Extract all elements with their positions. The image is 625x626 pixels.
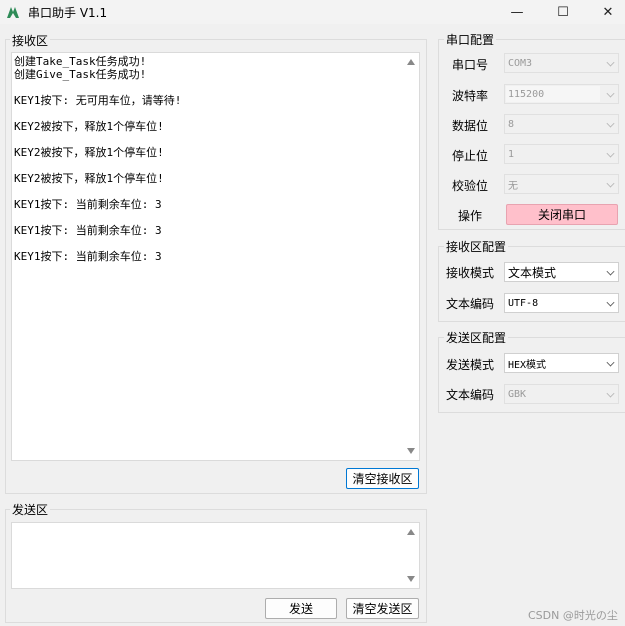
send-config-title: 发送区配置 bbox=[444, 329, 509, 346]
databits-select[interactable]: 8 bbox=[504, 114, 619, 134]
scroll-down-icon[interactable] bbox=[407, 576, 415, 582]
chevron-down-icon bbox=[606, 119, 615, 128]
receive-mode-label: 接收模式 bbox=[446, 266, 495, 280]
baud-select[interactable]: 115200 bbox=[504, 84, 619, 104]
app-logo-icon bbox=[7, 7, 19, 18]
send-group-title: 发送区 bbox=[10, 501, 51, 518]
receive-text: 创建Take_Task任务成功! 创建Give_Task任务成功! KEY1按下:… bbox=[12, 53, 419, 265]
receive-line: 创建Take_Task任务成功! bbox=[14, 55, 147, 68]
maximize-icon: ☐ bbox=[557, 4, 569, 20]
send-encoding-select[interactable]: GBK bbox=[504, 384, 619, 404]
stopbits-label: 停止位 bbox=[452, 149, 489, 163]
send-encoding-value: GBK bbox=[508, 388, 527, 400]
receive-line bbox=[14, 81, 417, 94]
send-mode-select[interactable]: HEX模式 bbox=[504, 353, 619, 373]
receive-line: KEY2被按下，释放1个停车位! bbox=[14, 172, 164, 185]
action-label: 操作 bbox=[458, 209, 483, 223]
maximize-button[interactable]: ☐ bbox=[540, 0, 586, 24]
close-icon: ✕ bbox=[602, 4, 614, 20]
send-textarea[interactable] bbox=[11, 522, 420, 589]
scroll-down-icon[interactable] bbox=[407, 448, 415, 454]
port-value: COM3 bbox=[508, 57, 533, 69]
receive-line: KEY1按下: 当前剩余车位: 3 bbox=[14, 250, 162, 263]
window-title: 串口助手 V1.1 bbox=[28, 6, 108, 20]
send-mode-label: 发送模式 bbox=[446, 358, 495, 372]
receive-line: KEY1按下: 当前剩余车位: 3 bbox=[14, 198, 162, 211]
close-port-button[interactable]: 关闭串口 bbox=[506, 204, 618, 225]
receive-line: KEY2被按下，释放1个停车位! bbox=[14, 120, 164, 133]
minimize-button[interactable]: — bbox=[494, 0, 540, 24]
receive-encoding-label: 文本编码 bbox=[446, 297, 495, 311]
receive-encoding-value: UTF-8 bbox=[508, 297, 539, 309]
chevron-down-icon bbox=[606, 58, 615, 67]
chevron-down-icon bbox=[606, 267, 615, 276]
receive-line bbox=[14, 211, 417, 224]
receive-line bbox=[14, 237, 417, 250]
port-select[interactable]: COM3 bbox=[504, 53, 619, 73]
chevron-down-icon bbox=[606, 298, 615, 307]
scroll-up-icon[interactable] bbox=[407, 59, 415, 65]
receive-line bbox=[14, 159, 417, 172]
databits-label: 数据位 bbox=[452, 119, 489, 133]
receive-line: KEY1按下: 无可用车位，请等待! bbox=[14, 94, 182, 107]
chevron-down-icon bbox=[606, 89, 615, 98]
receive-encoding-select[interactable]: UTF-8 bbox=[504, 293, 619, 313]
send-encoding-label: 文本编码 bbox=[446, 388, 495, 402]
baud-label: 波特率 bbox=[452, 89, 489, 103]
send-text bbox=[12, 523, 419, 527]
receive-mode-value: 文本模式 bbox=[508, 265, 557, 280]
chevron-down-icon bbox=[606, 358, 615, 367]
receive-line bbox=[14, 133, 417, 146]
receive-line bbox=[14, 185, 417, 198]
parity-label: 校验位 bbox=[452, 179, 489, 193]
receive-scrollbar[interactable] bbox=[404, 53, 419, 460]
receive-line: 创建Give_Task任务成功! bbox=[14, 68, 147, 81]
stopbits-select[interactable]: 1 bbox=[504, 144, 619, 164]
receive-mode-select[interactable]: 文本模式 bbox=[504, 262, 619, 282]
stopbits-value: 1 bbox=[508, 148, 515, 160]
receive-textarea[interactable]: 创建Take_Task任务成功! 创建Give_Task任务成功! KEY1按下:… bbox=[11, 52, 420, 461]
serial-config-title: 串口配置 bbox=[444, 31, 497, 48]
clear-receive-button[interactable]: 清空接收区 bbox=[346, 468, 419, 489]
minimize-icon: — bbox=[510, 4, 524, 20]
parity-select[interactable]: 无 bbox=[504, 174, 619, 194]
title-bar: 串口助手 V1.1 — ☐ ✕ bbox=[0, 0, 625, 24]
receive-line: KEY2被按下，释放1个停车位! bbox=[14, 146, 164, 159]
receive-config-title: 接收区配置 bbox=[444, 238, 509, 255]
receive-group-title: 接收区 bbox=[10, 32, 51, 49]
chevron-down-icon bbox=[606, 179, 615, 188]
clear-send-button[interactable]: 清空发送区 bbox=[346, 598, 419, 619]
scroll-up-icon[interactable] bbox=[407, 529, 415, 535]
watermark: CSDN @时光の尘 bbox=[528, 609, 618, 622]
send-button[interactable]: 发送 bbox=[265, 598, 337, 619]
receive-line bbox=[14, 107, 417, 120]
port-label: 串口号 bbox=[452, 58, 489, 72]
send-mode-value: HEX模式 bbox=[508, 359, 547, 371]
chevron-down-icon bbox=[606, 149, 615, 158]
parity-value: 无 bbox=[508, 180, 518, 192]
receive-line: KEY1按下: 当前剩余车位: 3 bbox=[14, 224, 162, 237]
chevron-down-icon bbox=[606, 389, 615, 398]
databits-value: 8 bbox=[508, 118, 515, 130]
baud-value: 115200 bbox=[508, 88, 545, 100]
close-button[interactable]: ✕ bbox=[585, 0, 625, 24]
send-scrollbar[interactable] bbox=[404, 523, 419, 588]
